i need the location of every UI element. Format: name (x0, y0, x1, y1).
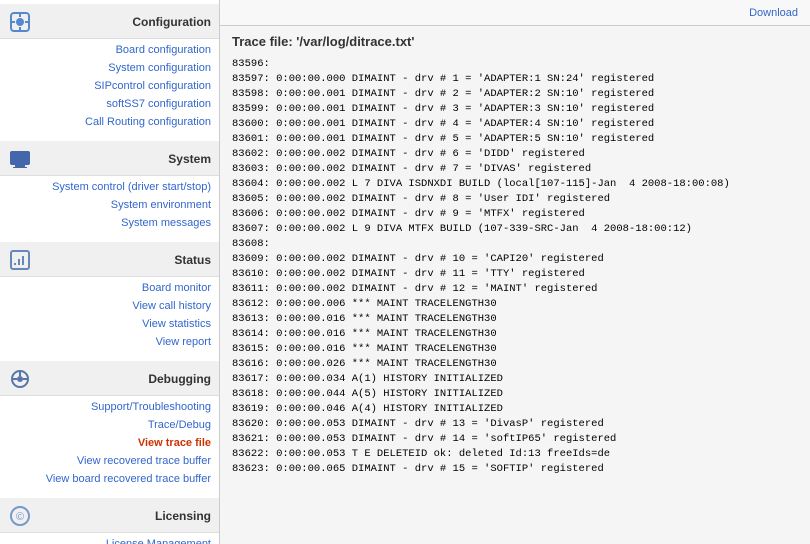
sidebar-section-title-status: Status (40, 253, 211, 267)
download-link[interactable]: Download (749, 7, 798, 19)
sidebar-section-title-licensing: Licensing (40, 509, 211, 523)
sidebar-section-title-configuration: Configuration (40, 15, 211, 29)
main-content: Download Trace file: '/var/log/ditrace.t… (220, 0, 810, 544)
sidebar-link-status-3[interactable]: View report (156, 333, 211, 351)
status-icon (8, 248, 32, 272)
sidebar-links-licensing: License Management (0, 533, 219, 544)
trace-log: 83596: 83597: 0:00:00.000 DIMAINT - drv … (232, 57, 798, 477)
sidebar-link-system-1[interactable]: System environment (111, 196, 211, 214)
license-icon: © (8, 504, 32, 528)
sidebar-link-configuration-1[interactable]: System configuration (108, 59, 211, 77)
sidebar-link-system-2[interactable]: System messages (121, 214, 211, 232)
topbar: Download (220, 0, 810, 26)
debug-icon (8, 367, 32, 391)
sidebar-section-title-system: System (40, 152, 211, 166)
sidebar-section-title-debugging: Debugging (40, 372, 211, 386)
sidebar-section-system: System (0, 141, 219, 176)
system-icon (8, 147, 32, 171)
sidebar: ConfigurationBoard configurationSystem c… (0, 0, 220, 544)
sidebar-link-configuration-3[interactable]: softSS7 configuration (106, 95, 211, 113)
sidebar-section-status: Status (0, 242, 219, 277)
sidebar-section-configuration: Configuration (0, 4, 219, 39)
sidebar-link-configuration-4[interactable]: Call Routing configuration (85, 113, 211, 131)
sidebar-link-configuration-0[interactable]: Board configuration (116, 41, 211, 59)
sidebar-link-status-2[interactable]: View statistics (142, 315, 211, 333)
sidebar-link-debugging-2[interactable]: View trace file (138, 434, 211, 452)
sidebar-section-licensing: © Licensing (0, 498, 219, 533)
sidebar-link-debugging-3[interactable]: View recovered trace buffer (77, 452, 211, 470)
svg-text:©: © (16, 511, 24, 523)
sidebar-link-status-0[interactable]: Board monitor (142, 279, 211, 297)
sidebar-links-debugging: Support/TroubleshootingTrace/DebugView t… (0, 396, 219, 494)
sidebar-link-debugging-0[interactable]: Support/Troubleshooting (91, 398, 211, 416)
sidebar-links-configuration: Board configurationSystem configurationS… (0, 39, 219, 137)
sidebar-link-debugging-4[interactable]: View board recovered trace buffer (46, 470, 211, 488)
sidebar-link-licensing-0[interactable]: License Management (106, 535, 211, 544)
sidebar-link-debugging-1[interactable]: Trace/Debug (148, 416, 211, 434)
sidebar-section-debugging: Debugging (0, 361, 219, 396)
sidebar-links-status: Board monitorView call historyView stati… (0, 277, 219, 357)
sidebar-link-system-0[interactable]: System control (driver start/stop) (52, 178, 211, 196)
sidebar-links-system: System control (driver start/stop)System… (0, 176, 219, 238)
config-icon (8, 10, 32, 34)
trace-content: Trace file: '/var/log/ditrace.txt' 83596… (220, 26, 810, 544)
trace-title: Trace file: '/var/log/ditrace.txt' (232, 34, 798, 49)
sidebar-link-status-1[interactable]: View call history (132, 297, 211, 315)
sidebar-link-configuration-2[interactable]: SIPcontrol configuration (94, 77, 211, 95)
